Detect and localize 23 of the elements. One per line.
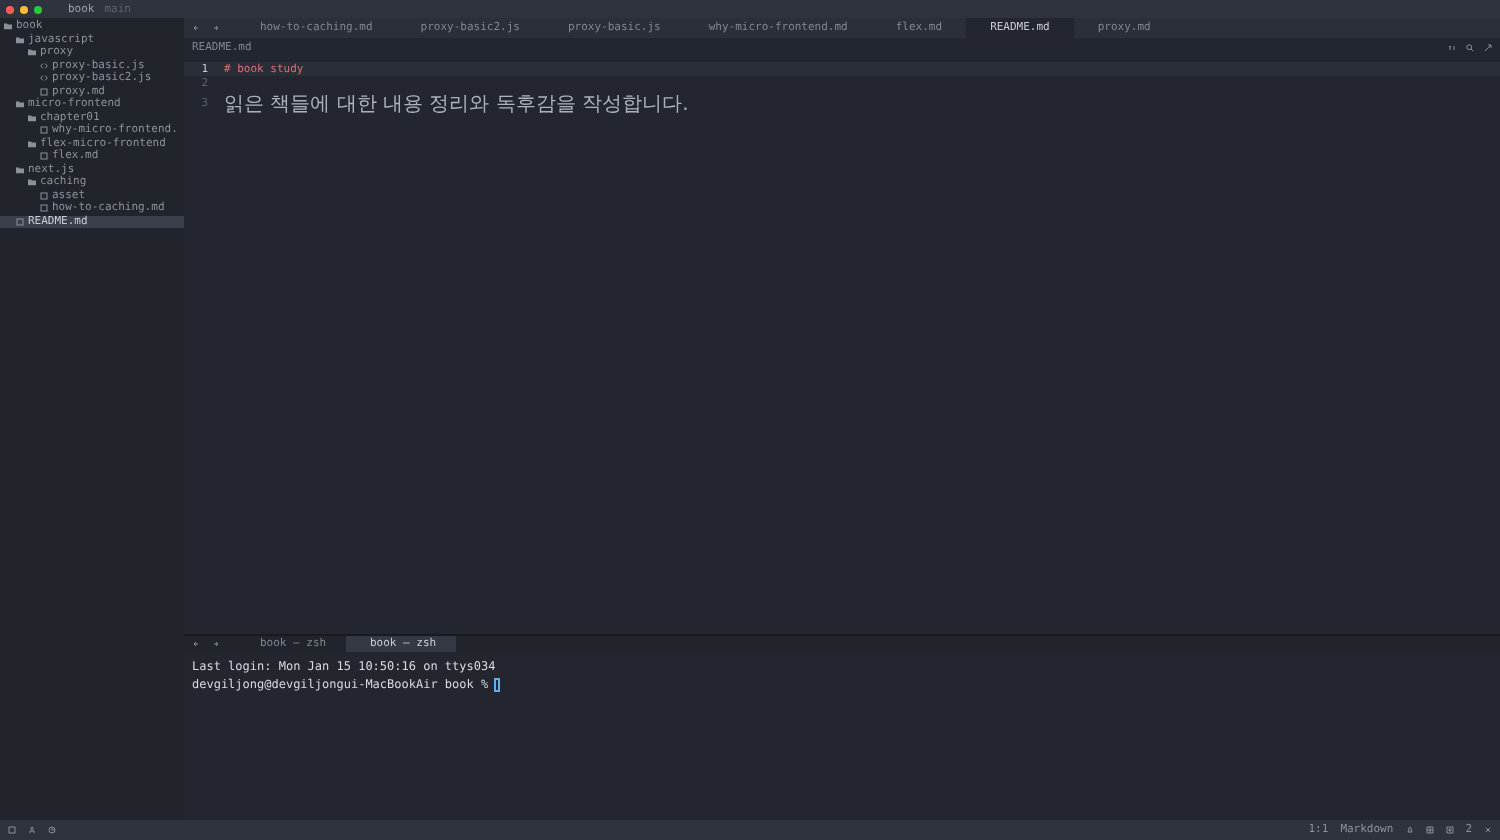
file-icon [40, 152, 48, 161]
code-line: 읽은 책들에 대한 내용 정리와 독후감을 작성합니다. [224, 91, 689, 117]
forward-icon[interactable] [212, 640, 220, 648]
sort-icon[interactable] [1448, 44, 1456, 52]
close-icon[interactable] [6, 5, 14, 13]
people-icon[interactable] [28, 826, 36, 834]
files-icon[interactable] [8, 826, 16, 834]
grid-icon[interactable] [1425, 826, 1434, 834]
back-icon[interactable] [192, 24, 200, 32]
zoom-icon[interactable] [34, 5, 42, 13]
expand-icon[interactable] [1484, 44, 1492, 52]
search-icon[interactable] [1466, 44, 1474, 52]
folder-icon [28, 139, 36, 148]
file-icon [40, 87, 48, 96]
forward-icon[interactable] [212, 24, 220, 32]
clock-icon[interactable] [48, 826, 56, 834]
close-icon[interactable] [1484, 826, 1492, 834]
file-icon [16, 217, 24, 226]
back-icon[interactable] [192, 640, 200, 648]
text-cursor [494, 678, 501, 692]
file-icon [40, 126, 48, 135]
diff-icon[interactable] [1445, 826, 1454, 834]
minimize-icon[interactable] [20, 5, 28, 13]
